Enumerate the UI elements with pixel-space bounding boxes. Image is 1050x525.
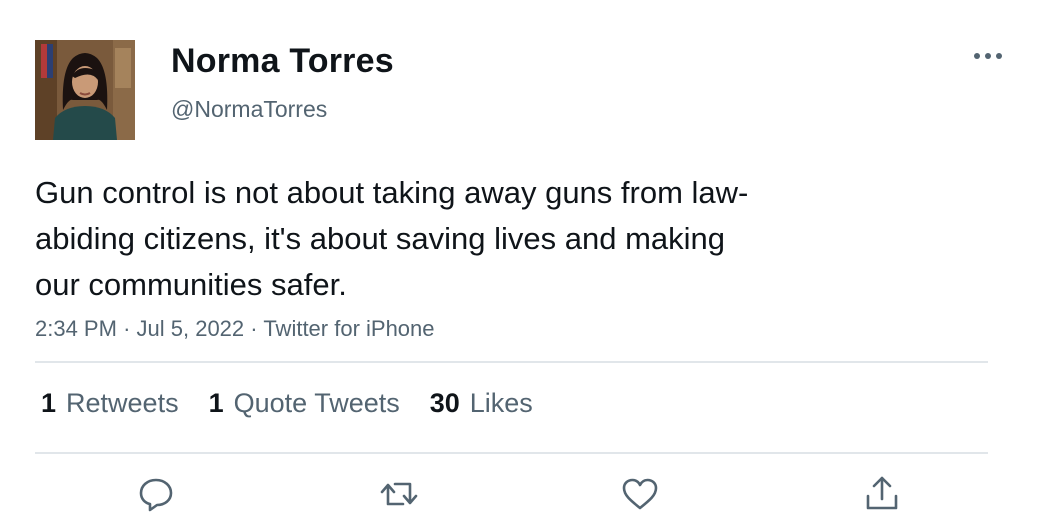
avatar[interactable] [35, 40, 135, 140]
author-handle[interactable]: @NormaTorres [171, 96, 327, 123]
quote-tweets-stat[interactable]: 1 Quote Tweets [209, 388, 400, 419]
divider [35, 452, 988, 454]
tweet-time-link[interactable]: 2:34 PM [35, 316, 117, 341]
more-horizontal-icon [974, 53, 1002, 59]
author-display-name[interactable]: Norma Torres [171, 42, 394, 81]
share-icon [866, 476, 898, 510]
tweet-text-line: abiding citizens, it's about saving live… [35, 221, 726, 256]
tweet-text-line: our communities safer. [35, 267, 347, 302]
tweet-date-link[interactable]: Jul 5, 2022 [137, 316, 245, 341]
tweet-meta: 2:34 PM · Jul 5, 2022 · Twitter for iPho… [35, 316, 435, 342]
retweets-label: Retweets [66, 388, 179, 418]
retweets-stat[interactable]: 1 Retweets [41, 388, 179, 419]
likes-label: Likes [469, 388, 533, 418]
tweet-card: Norma Torres @NormaTorres Gun control is… [0, 0, 1050, 525]
share-button[interactable] [862, 474, 902, 514]
likes-count: 30 [429, 388, 460, 418]
reply-icon [139, 478, 173, 512]
action-bar [0, 474, 1050, 518]
retweet-button[interactable] [379, 474, 419, 514]
retweet-icon [380, 482, 418, 506]
engagement-stats: 1 Retweets 1 Quote Tweets 30 Likes [41, 388, 563, 419]
like-button[interactable] [620, 474, 660, 514]
divider [35, 361, 988, 363]
more-options-button[interactable] [968, 40, 1008, 72]
reply-button[interactable] [136, 474, 176, 514]
quote-tweets-count: 1 [208, 388, 224, 418]
tweet-source-link[interactable]: Twitter for iPhone [263, 316, 434, 341]
tweet-text: Gun control is not about taking away gun… [35, 170, 915, 308]
tweet-text-line: Gun control is not about taking away gun… [35, 175, 749, 210]
like-icon [622, 478, 658, 510]
meta-separator: · [123, 316, 131, 341]
quote-tweets-label: Quote Tweets [233, 388, 400, 418]
profile-photo-icon [35, 40, 135, 140]
retweets-count: 1 [41, 388, 57, 418]
likes-stat[interactable]: 30 Likes [430, 388, 533, 419]
meta-separator: · [250, 316, 258, 341]
